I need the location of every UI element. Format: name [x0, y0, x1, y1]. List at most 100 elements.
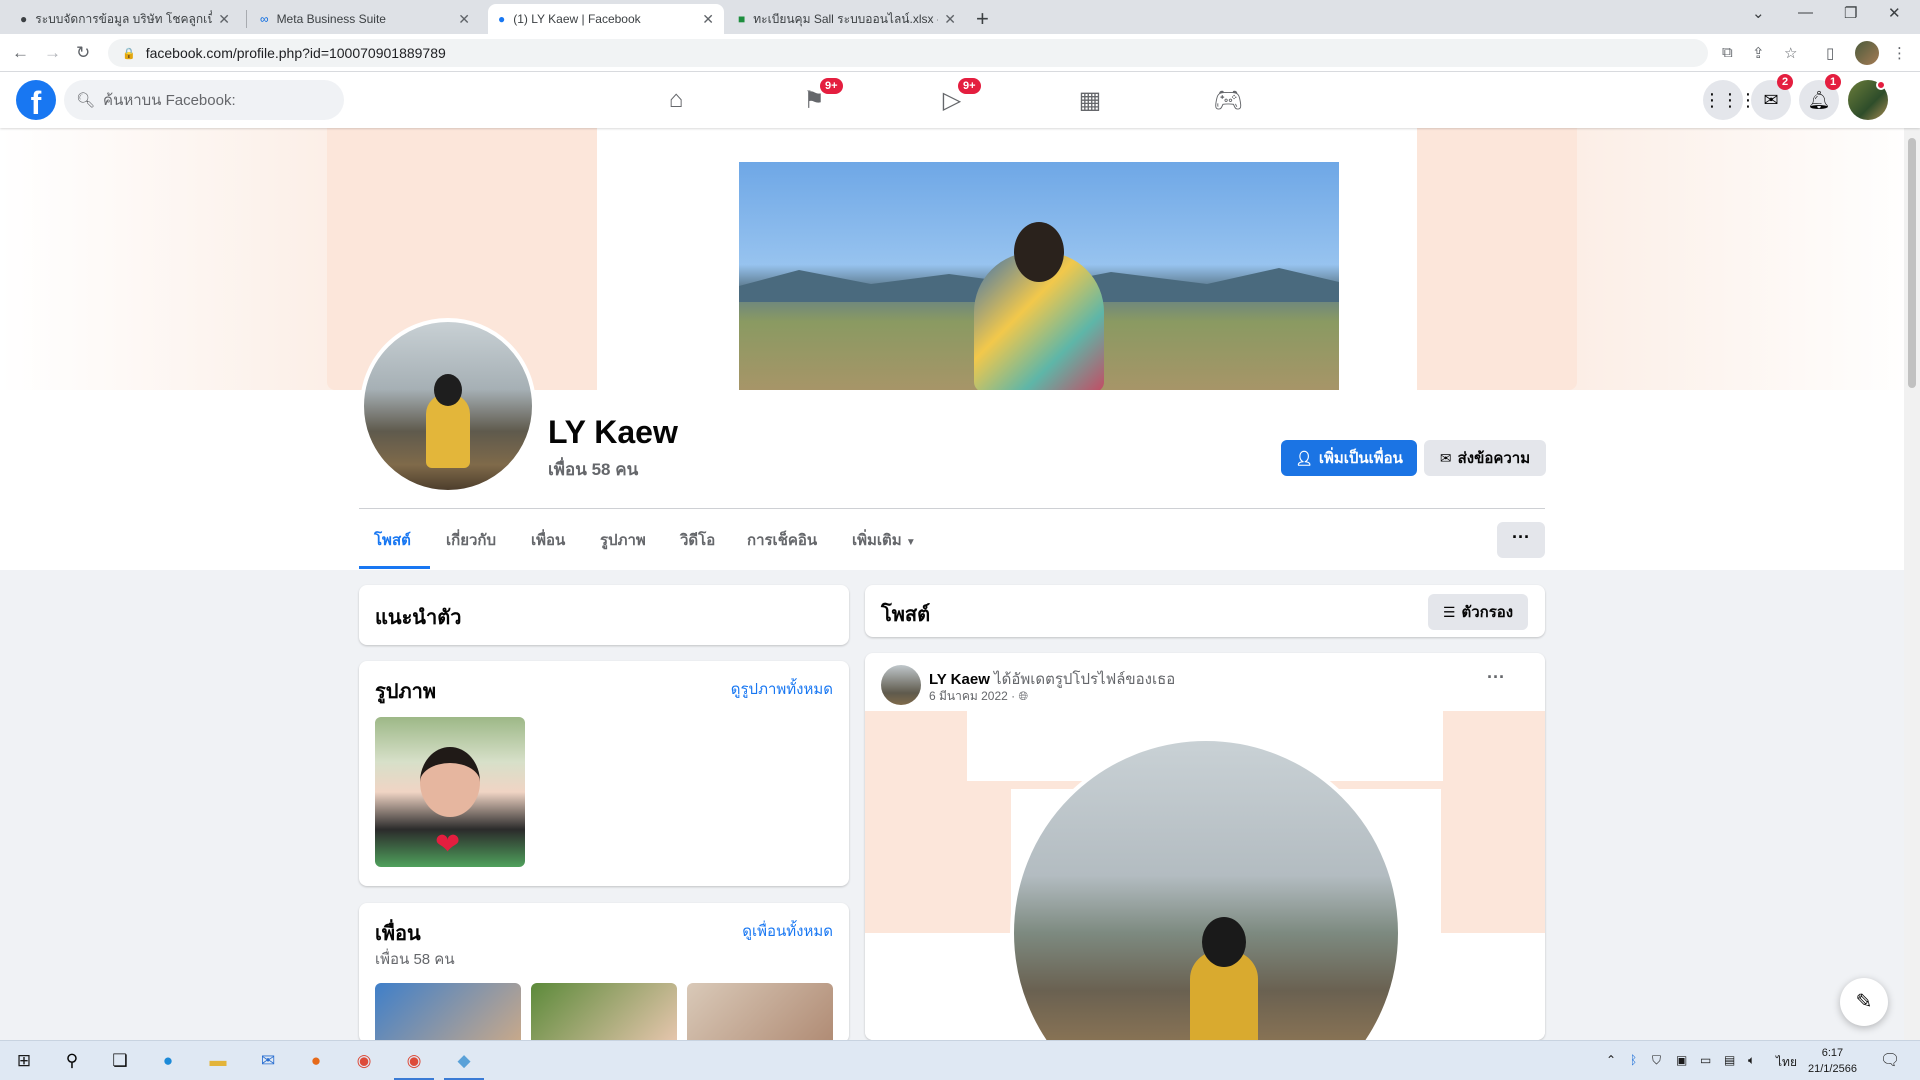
address-bar: ← → ↻ 🔒 facebook.com/profile.php?id=1000… — [0, 34, 1920, 72]
add-friend-button[interactable]: 👤︎ เพิ่มเป็นเพื่อน — [1281, 440, 1417, 476]
post-action-text: ได้อัพเดตรูปโปรไฟล์ของเธอ — [994, 671, 1176, 688]
browser-tab-active[interactable]: ● (1) LY Kaew | Facebook ✕ — [488, 4, 724, 34]
filter-label: ตัวกรอง — [1461, 604, 1514, 621]
filter-icon: ☰ — [1442, 603, 1456, 620]
tray-overflow-icon[interactable]: ⌃ — [1606, 1053, 1616, 1067]
display-icon[interactable]: ▭ — [1700, 1053, 1711, 1067]
post-date[interactable]: 6 มีนาคม 2022 · 🌐︎ — [929, 687, 1028, 706]
see-all-friends-link[interactable]: ดูเพื่อนทั้งหมด — [742, 919, 833, 943]
browser-tab[interactable]: ■ ทะเบียนคุม Sall ระบบออนไลน์.xlsx - G ✕ — [728, 4, 966, 34]
home-icon[interactable]: ⌂ — [656, 86, 696, 114]
bookmark-star-icon[interactable]: ☆ — [1784, 44, 1797, 62]
bluetooth-icon[interactable]: ᛒ — [1630, 1053, 1637, 1067]
close-icon[interactable]: ✕ — [944, 11, 956, 28]
scrollbar-thumb[interactable] — [1908, 138, 1916, 388]
tab-more-label: เพิ่มเติม — [852, 532, 902, 549]
chrome-profile-icon[interactable]: ◉ — [402, 1049, 426, 1073]
post-image[interactable] — [865, 711, 1545, 1040]
message-label: ส่งข้อความ — [1457, 450, 1531, 467]
filter-button[interactable]: ☰ ตัวกรอง — [1428, 594, 1528, 630]
close-icon[interactable]: ✕ — [218, 11, 230, 28]
tab-more[interactable]: เพิ่มเติม ▼ — [852, 528, 916, 552]
friends-title: เพื่อน — [375, 923, 421, 945]
facebook-header: f 🔍︎ ค้นหาบน Facebook: ⌂ ⚑ 9+ ▷ 9+ ▦ 🎮︎ … — [0, 72, 1920, 128]
post-options-icon[interactable]: ··· — [1487, 667, 1505, 688]
photo-thumbnail[interactable]: ❤ — [375, 717, 525, 867]
translate-icon[interactable]: ⧉ — [1722, 44, 1733, 61]
message-button[interactable]: ✉ ส่งข้อความ — [1424, 440, 1546, 476]
search-input[interactable]: 🔍︎ ค้นหาบน Facebook: — [64, 80, 344, 120]
url-text: facebook.com/profile.php?id=100070901889… — [145, 45, 446, 61]
input-language[interactable]: ไทย — [1776, 1053, 1797, 1072]
side-panel-icon[interactable]: ▯ — [1826, 44, 1834, 62]
friend-thumbnail[interactable] — [375, 983, 521, 1043]
new-tab-icon[interactable]: + — [976, 6, 989, 32]
windows-start-icon[interactable]: ⊞ — [12, 1049, 36, 1073]
security-icon[interactable]: ⛉ — [1652, 1053, 1661, 1068]
action-center-icon[interactable]: 🗨︎ — [1880, 1050, 1900, 1070]
chrome-profile-avatar[interactable] — [1855, 41, 1879, 65]
task-view-icon[interactable]: ❏ — [108, 1049, 132, 1073]
volume-icon[interactable]: 🔈︎ — [1748, 1053, 1755, 1068]
notification-badge: 9+ — [820, 78, 843, 94]
page-scrollbar[interactable] — [1904, 72, 1920, 1040]
tab-about[interactable]: เกี่ยวกับ — [446, 528, 496, 552]
tab-checkins[interactable]: การเช็คอิน — [747, 528, 817, 552]
facebook-logo[interactable]: f — [16, 80, 56, 120]
network-icon[interactable]: ▤ — [1724, 1053, 1735, 1067]
post-author-avatar[interactable] — [881, 665, 921, 705]
friend-thumbnail[interactable] — [531, 983, 677, 1043]
new-message-compose-icon[interactable]: ✎ — [1840, 978, 1888, 1026]
forward-icon[interactable]: → — [44, 43, 61, 63]
profile-friends-count[interactable]: เพื่อน 58 คน — [548, 456, 638, 483]
edge-icon[interactable]: ● — [156, 1049, 180, 1073]
windows-taskbar: ⊞ ⚲ ❏ ● ▬ ✉ ● ◉ ◉ ◆ ⌃ ᛒ ⛉ ▣ ▭ ▤ 🔈︎ ไทย 6… — [0, 1040, 1920, 1080]
camera-icon[interactable]: ▣ — [1676, 1053, 1687, 1067]
close-icon[interactable]: ✕ — [458, 11, 470, 28]
add-person-icon: 👤︎ — [1295, 449, 1313, 466]
intro-title: แนะนำตัว — [375, 607, 462, 629]
chrome-menu-icon[interactable]: ⋮ — [1892, 44, 1907, 62]
intro-card: แนะนำตัว — [359, 585, 849, 645]
close-window-icon[interactable]: ✕ — [1888, 4, 1901, 22]
more-options-button[interactable]: ··· — [1497, 522, 1545, 558]
tab-posts[interactable]: โพสต์ — [374, 528, 411, 552]
mail-icon[interactable]: ✉ — [256, 1049, 280, 1073]
notification-badge: 1 — [1825, 74, 1842, 90]
share-icon[interactable]: ⇪ — [1752, 44, 1765, 62]
friend-thumbnail[interactable] — [687, 983, 833, 1043]
chrome-icon[interactable]: ◉ — [352, 1049, 376, 1073]
file-explorer-icon[interactable]: ▬ — [206, 1049, 230, 1073]
browser-tab[interactable]: ● ระบบจัดการข้อมูล บริษัท โชคลูกเนื้อด .… — [10, 4, 240, 34]
menu-grid-icon[interactable]: ⋮⋮⋮ — [1703, 80, 1757, 120]
tab-title: ระบบจัดการข้อมูล บริษัท โชคลูกเนื้อด ... — [35, 11, 213, 26]
notification-badge: 9+ — [958, 78, 981, 94]
cover-person-head — [1014, 222, 1064, 282]
firefox-icon[interactable]: ● — [304, 1049, 328, 1073]
see-all-photos-link[interactable]: ดูรูปภาพทั้งหมด — [731, 677, 833, 701]
photo-face — [420, 747, 480, 817]
app-icon[interactable]: ◆ — [452, 1049, 476, 1073]
profile-info-panel — [0, 390, 1920, 570]
minimize-icon[interactable]: — — [1798, 4, 1813, 21]
notification-badge: 2 — [1777, 74, 1794, 90]
tab-videos[interactable]: วิดีโอ — [680, 528, 715, 552]
search-icon[interactable]: ⚲ — [60, 1049, 84, 1073]
url-field[interactable]: 🔒 facebook.com/profile.php?id=1000709018… — [108, 39, 1708, 67]
marketplace-icon[interactable]: ▦ — [1070, 86, 1110, 115]
profile-person-head — [434, 374, 462, 406]
post-author-name[interactable]: LY Kaew — [929, 671, 990, 688]
profile-picture[interactable] — [360, 318, 536, 494]
tab-friends[interactable]: เพื่อน — [531, 528, 565, 552]
back-icon[interactable]: ← — [12, 43, 29, 63]
browser-tab[interactable]: ∞ Meta Business Suite ✕ — [250, 4, 480, 34]
tab-photos[interactable]: รูปภาพ — [600, 528, 646, 552]
photos-card: รูปภาพ ดูรูปภาพทั้งหมด ❤ — [359, 661, 849, 886]
reload-icon[interactable]: ↻ — [76, 43, 90, 63]
close-icon[interactable]: ✕ — [702, 11, 714, 28]
restore-icon[interactable]: ❐ — [1844, 4, 1857, 22]
cover-image — [739, 162, 1339, 390]
tab-search-icon[interactable]: ⌄ — [1752, 4, 1765, 22]
gaming-icon[interactable]: 🎮︎ — [1208, 86, 1248, 115]
system-clock[interactable]: 6:17 21/1/2566 — [1808, 1045, 1857, 1077]
